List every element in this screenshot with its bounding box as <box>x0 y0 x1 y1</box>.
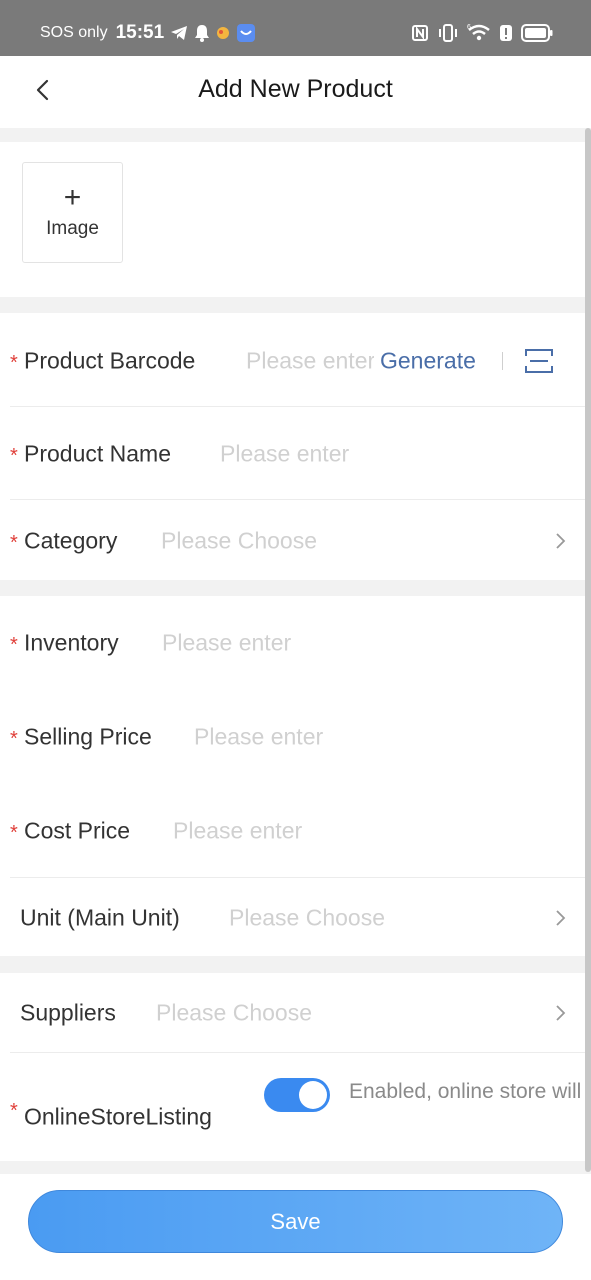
required-mark: * <box>10 351 18 374</box>
chevron-right-icon <box>553 532 567 550</box>
image-card: + Image <box>0 142 585 297</box>
chevron-right-icon <box>553 1004 567 1022</box>
toggle-knob <box>299 1081 327 1109</box>
product-name-row: * Product Name <box>0 414 585 494</box>
unit-label: Unit (Main Unit) <box>20 904 180 931</box>
barcode-input[interactable] <box>246 347 374 375</box>
category-label: Category <box>24 527 118 554</box>
category-select[interactable]: Please Choose <box>161 528 317 555</box>
required-mark: * <box>10 531 18 554</box>
alert-icon <box>499 24 513 42</box>
vibrate-icon <box>437 24 459 42</box>
network-status: SOS only <box>40 24 108 41</box>
add-image-label: Image <box>46 218 99 239</box>
selling-price-row: * Selling Price <box>0 697 585 777</box>
required-mark: * <box>10 633 18 656</box>
generate-barcode-button[interactable]: Generate <box>380 348 476 375</box>
online-store-row: * OnlineStoreListing Enabled, online sto… <box>0 1069 585 1149</box>
app-notification-icon <box>216 26 230 40</box>
product-name-label: Product Name <box>24 440 172 467</box>
inventory-input[interactable] <box>162 629 562 657</box>
scan-icon[interactable] <box>524 348 554 374</box>
suppliers-select[interactable]: Please Choose <box>156 1000 312 1027</box>
divider <box>502 352 503 370</box>
svg-text:6: 6 <box>467 24 471 31</box>
add-image-button[interactable]: + Image <box>22 162 123 263</box>
save-button[interactable]: Save <box>28 1190 563 1253</box>
bell-icon <box>194 24 210 42</box>
required-mark: * <box>10 1099 18 1122</box>
cost-price-input[interactable] <box>173 817 563 845</box>
row-divider <box>10 499 585 500</box>
online-store-label: OnlineStoreListing <box>24 1103 212 1130</box>
wifi-icon: 6 <box>467 23 491 43</box>
stock-card: * Inventory * Selling Price * Cost Price… <box>0 596 585 956</box>
row-divider <box>10 1052 585 1053</box>
barcode-row: * Product Barcode Generate <box>0 321 585 401</box>
unit-row[interactable]: Unit (Main Unit) Please Choose <box>0 878 585 958</box>
cost-price-label: Cost Price <box>24 817 131 844</box>
cost-price-row: * Cost Price <box>0 791 585 871</box>
footer: Save <box>0 1174 591 1280</box>
plus-icon: + <box>63 181 82 214</box>
basic-info-card: * Product Barcode Generate * Product Nam… <box>0 313 585 580</box>
app-badge-icon <box>236 23 256 43</box>
nfc-icon <box>411 24 429 42</box>
online-store-description: Enabled, online store will <box>349 1080 582 1103</box>
online-store-toggle[interactable] <box>264 1078 330 1112</box>
chevron-right-icon <box>553 909 567 927</box>
category-row[interactable]: * Category Please Choose <box>0 501 585 581</box>
battery-icon <box>521 24 553 42</box>
selling-price-input[interactable] <box>194 723 564 751</box>
status-bar: SOS only 15:51 6 <box>0 0 591 56</box>
product-name-input[interactable] <box>220 440 560 468</box>
unit-select[interactable]: Please Choose <box>229 905 385 932</box>
suppliers-row[interactable]: Suppliers Please Choose <box>0 973 585 1053</box>
row-divider <box>10 406 585 407</box>
required-mark: * <box>10 821 18 844</box>
telegram-icon <box>170 25 188 41</box>
listing-card: Suppliers Please Choose * OnlineStoreLis… <box>0 973 585 1161</box>
selling-price-label: Selling Price <box>24 723 152 750</box>
required-mark: * <box>10 727 18 750</box>
scrollbar[interactable] <box>585 128 591 1172</box>
page-title: Add New Product <box>198 75 393 103</box>
clock: 15:51 <box>115 22 165 43</box>
inventory-row: * Inventory <box>0 603 585 683</box>
inventory-label: Inventory <box>24 629 119 656</box>
suppliers-label: Suppliers <box>20 999 116 1026</box>
required-mark: * <box>10 444 18 467</box>
top-header: Add New Product <box>0 56 591 128</box>
barcode-label: Product Barcode <box>24 347 196 374</box>
